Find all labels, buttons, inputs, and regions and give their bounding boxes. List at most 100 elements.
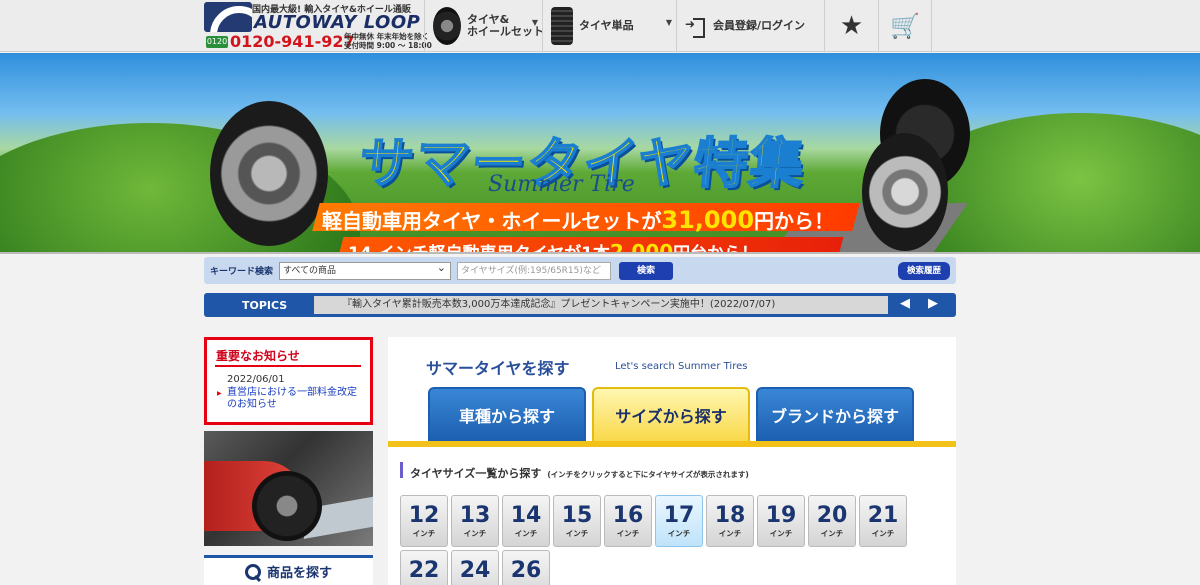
inch-unit-label: インチ bbox=[667, 528, 691, 538]
banner-tire-left bbox=[210, 101, 328, 246]
tab-by-size[interactable]: サイズから探す bbox=[592, 387, 750, 441]
banner-line2-price: 2,000 bbox=[609, 240, 674, 254]
inch-unit-label: インチ bbox=[616, 528, 640, 538]
topics-message[interactable]: 『輸入タイヤ累計販売本数3,000万本達成記念』プレゼントキャンペーン実施中！(… bbox=[314, 296, 888, 314]
product-search-label: 商品を探す bbox=[266, 566, 332, 581]
inch-size-number: 21 bbox=[867, 502, 899, 528]
hours-line-1: 年中無休 年末年始を除く bbox=[344, 32, 430, 41]
inch-size-number: 22 bbox=[408, 557, 440, 583]
banner-line2-prefix: 14 インチ軽自動車用タイヤが1本 bbox=[348, 244, 610, 254]
important-notice-box: 重要なお知らせ 2022/06/01 ▶ 直営店における一部料金改定のお知らせ bbox=[204, 337, 373, 425]
inch-size-number: 19 bbox=[765, 502, 797, 528]
banner-line1-price: 31,000 bbox=[661, 206, 755, 234]
nav-tire-wheel-set[interactable]: タイヤ& ホイールセット ▼ bbox=[424, 0, 544, 52]
inch-size-button[interactable]: 13 インチ bbox=[451, 495, 499, 547]
banner-line1-prefix: 軽自動車用タイヤ・ホイールセットが bbox=[322, 209, 662, 233]
inch-size-number: 16 bbox=[612, 502, 644, 528]
notice-link[interactable]: 直営店における一部料金改定のお知らせ bbox=[227, 387, 363, 411]
inch-size-button[interactable]: 15 インチ bbox=[553, 495, 601, 547]
topics-bar: TOPICS 『輸入タイヤ累計販売本数3,000万本達成記念』プレゼントキャンペ… bbox=[204, 293, 956, 317]
product-search-heading[interactable]: 商品を探す bbox=[204, 555, 373, 585]
inch-size-button[interactable]: 19 インチ bbox=[757, 495, 805, 547]
promo-car-wheel bbox=[252, 471, 322, 541]
search-history-button[interactable]: 検索履歴 bbox=[898, 262, 950, 280]
inch-unit-label: インチ bbox=[718, 528, 742, 538]
cart-button[interactable]: 🛒 bbox=[878, 0, 932, 52]
nav-tire-single-label: タイヤ単品 bbox=[579, 19, 634, 32]
hours-line-2: 受付時間 9:00 ～ 18:00 bbox=[344, 41, 432, 50]
banner-line1: 軽自動車用タイヤ・ホイールセットが31,000円から！ bbox=[322, 205, 834, 234]
inch-size-grid: 12 インチ 13 インチ 14 インチ 15 インチ 16 インチ 17 インチ 18 インチ 19 インチ… bbox=[400, 495, 920, 585]
category-select[interactable]: すべての商品 bbox=[279, 260, 452, 280]
inch-size-button[interactable]: 21 インチ bbox=[859, 495, 907, 547]
cart-icon: 🛒 bbox=[890, 12, 920, 40]
inch-unit-label: インチ bbox=[514, 528, 538, 538]
inch-size-button[interactable]: 26インチ bbox=[502, 550, 550, 585]
size-heading-note: (インチをクリックすると下にタイヤサイズが表示されます) bbox=[547, 470, 749, 479]
topics-next-arrow-icon[interactable]: ▶ bbox=[928, 296, 938, 312]
inch-size-button[interactable]: 16 インチ bbox=[604, 495, 652, 547]
tab-underline bbox=[388, 441, 956, 447]
topics-label: TOPICS bbox=[242, 299, 288, 312]
inch-unit-label: インチ bbox=[769, 528, 793, 538]
banner-line2: 14 インチ軽自動車用タイヤが1本2,000円台から！ bbox=[348, 239, 759, 254]
inch-unit-label: インチ bbox=[463, 528, 487, 538]
size-list-heading: タイヤサイズ一覧から探す (インチをクリックすると下にタイヤサイズが表示されます) bbox=[410, 465, 749, 481]
inch-size-button[interactable]: 18 インチ bbox=[706, 495, 754, 547]
logo-text: AUTOWAY LOOP bbox=[254, 12, 421, 33]
inch-unit-label: インチ bbox=[820, 528, 844, 538]
inch-size-number: 18 bbox=[714, 502, 746, 528]
nav-member-login-label: 会員登録/ログイン bbox=[713, 19, 806, 32]
inch-size-number: 12 bbox=[408, 502, 440, 528]
size-heading-text: タイヤサイズ一覧から探す bbox=[410, 467, 542, 480]
inch-size-button[interactable]: 12 インチ bbox=[400, 495, 448, 547]
inch-size-button[interactable]: 17 インチ bbox=[655, 495, 703, 547]
search-input[interactable]: タイヤサイズ(例:195/65R15)など bbox=[457, 261, 612, 280]
inch-size-number: 24 bbox=[459, 557, 491, 583]
tab-by-brand[interactable]: ブランドから探す bbox=[756, 387, 914, 441]
phone-number: 0120-941-927 bbox=[230, 32, 355, 51]
notice-title: 重要なお知らせ bbox=[216, 349, 300, 363]
inch-unit-label: インチ bbox=[565, 528, 589, 538]
notice-date: 2022/06/01 bbox=[227, 374, 285, 385]
topics-prev-arrow-icon[interactable]: ◀ bbox=[900, 296, 910, 312]
sidebar-promo-image[interactable] bbox=[204, 431, 373, 546]
bullet-arrow-icon: ▶ bbox=[217, 390, 222, 397]
panel-title: サマータイヤを探す bbox=[426, 359, 570, 378]
search-tabs: 車種から探す サイズから探す ブランドから探す bbox=[428, 387, 914, 441]
banner-line2-suffix: 円台から！ bbox=[673, 244, 759, 254]
business-hours: 年中無休 年末年始を除く 受付時間 9:00 ～ 18:00 bbox=[344, 32, 432, 50]
banner-tire-right-front bbox=[862, 133, 948, 251]
tire-icon bbox=[551, 7, 573, 45]
inch-size-number: 17 bbox=[663, 502, 695, 528]
notice-divider bbox=[215, 365, 361, 367]
tire-wheel-icon bbox=[433, 7, 461, 45]
login-icon bbox=[685, 17, 705, 38]
inch-size-button[interactable]: 14 インチ bbox=[502, 495, 550, 547]
tab-by-vehicle[interactable]: 車種から探す bbox=[428, 387, 586, 441]
search-icon bbox=[244, 563, 261, 580]
nav-tire-single[interactable]: タイヤ単品 ▼ bbox=[542, 0, 676, 52]
search-button[interactable]: 検索 bbox=[619, 261, 674, 280]
keyword-search-bar: キーワード検索 すべての商品 タイヤサイズ(例:195/65R15)など 検索 … bbox=[204, 257, 956, 284]
banner-line1-suffix: 円から！ bbox=[754, 209, 835, 233]
inch-size-number: 14 bbox=[510, 502, 542, 528]
inch-size-number: 26 bbox=[510, 557, 542, 583]
nav-member-login[interactable]: 会員登録/ログイン bbox=[676, 0, 824, 52]
banner-subtitle: Summer Tire bbox=[488, 172, 635, 197]
site-header: 国内最大級! 輸入タイヤ&ホイール通販 AUTOWAY LOOP 0120 01… bbox=[0, 0, 1200, 52]
inch-size-button[interactable]: 24インチ bbox=[451, 550, 499, 585]
caret-down-icon: ▼ bbox=[665, 18, 672, 27]
logo-block[interactable]: 国内最大級! 輸入タイヤ&ホイール通販 AUTOWAY LOOP 0120 01… bbox=[204, 0, 432, 52]
inch-size-button[interactable]: 22インチ bbox=[400, 550, 448, 585]
caret-down-icon: ▼ bbox=[531, 18, 538, 27]
phone-icon: 0120 bbox=[206, 36, 228, 48]
heading-marker bbox=[400, 462, 403, 478]
summer-tire-banner[interactable]: サマータイヤ特集 Summer Tire 軽自動車用タイヤ・ホイールセットが31… bbox=[0, 53, 1200, 254]
inch-size-button[interactable]: 20 インチ bbox=[808, 495, 856, 547]
logo-mark-icon bbox=[204, 2, 252, 32]
inch-unit-label: インチ bbox=[871, 528, 895, 538]
favorites-button[interactable]: ★ bbox=[824, 0, 878, 52]
panel-subtitle: Let's search Summer Tires bbox=[615, 361, 748, 372]
inch-size-number: 20 bbox=[816, 502, 848, 528]
